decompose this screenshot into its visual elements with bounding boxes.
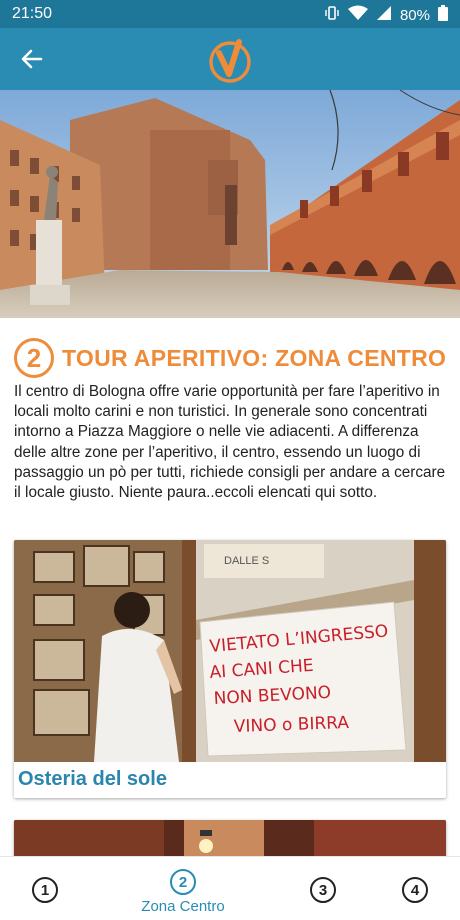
tab-4[interactable]: 4 xyxy=(370,857,460,920)
content-scroll[interactable]: 2 TOUR APERITIVO: ZONA CENTRO Il centro … xyxy=(0,90,460,856)
tab-number-badge: 2 xyxy=(170,869,196,895)
battery-icon xyxy=(438,5,448,25)
hero-image xyxy=(0,90,460,318)
status-bar: 21:50 80% xyxy=(0,0,460,28)
app-bar xyxy=(0,28,460,90)
tab-zona-centro[interactable]: 2 Zona Centro xyxy=(138,857,228,920)
tab-label: Zona Centro xyxy=(141,898,225,915)
tab-number-badge: 1 xyxy=(32,877,58,903)
back-button[interactable] xyxy=(10,37,54,81)
venue-card-image: DALLE S VIETATO L’INGRESSO AI CANI CHE N… xyxy=(14,540,446,762)
venue-card[interactable] xyxy=(14,820,446,856)
status-icons: 80% xyxy=(324,5,448,25)
venue-card-image xyxy=(14,820,446,856)
section-number-badge: 2 xyxy=(14,338,54,378)
sign-line-4: VINO o BIRRA xyxy=(233,713,349,737)
section-title: TOUR APERITIVO: ZONA CENTRO xyxy=(62,344,447,371)
tab-3[interactable]: 3 xyxy=(278,857,368,920)
tab-number-badge: 3 xyxy=(310,877,336,903)
paper-sign-text: DALLE S xyxy=(224,555,269,567)
signal-icon xyxy=(376,5,392,25)
venue-card[interactable]: DALLE S VIETATO L’INGRESSO AI CANI CHE N… xyxy=(14,540,446,798)
section-header: 2 TOUR APERITIVO: ZONA CENTRO xyxy=(14,336,446,380)
section-intro: Il centro di Bologna offre varie opportu… xyxy=(14,383,446,502)
battery-percent: 80% xyxy=(399,6,430,24)
bottom-tab-bar: 1 2 Zona Centro 3 4 xyxy=(0,856,460,920)
arrow-left-icon xyxy=(21,49,43,69)
tab-number-badge: 4 xyxy=(402,877,428,903)
vibrate-icon xyxy=(324,5,340,25)
tab-1[interactable]: 1 xyxy=(0,857,90,920)
venue-card-title: Osteria del sole xyxy=(18,768,167,790)
wifi-icon xyxy=(347,5,368,25)
app-logo xyxy=(209,39,251,83)
status-time: 21:50 xyxy=(12,5,53,22)
